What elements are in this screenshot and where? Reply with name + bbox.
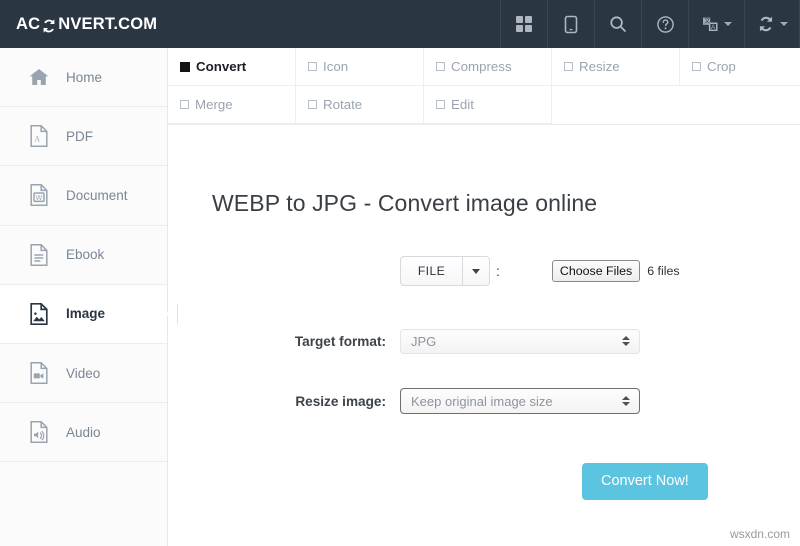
grid-icon[interactable] bbox=[500, 0, 547, 48]
pdf-file-icon: A bbox=[26, 123, 52, 149]
audio-file-icon bbox=[26, 419, 52, 445]
target-format-value: JPG bbox=[411, 333, 437, 349]
video-file-icon bbox=[26, 360, 52, 386]
tool-tabs-row-2: Merge Rotate Edit bbox=[168, 86, 800, 124]
tab-label: Compress bbox=[451, 59, 512, 74]
checkbox-icon bbox=[436, 62, 445, 71]
sidebar-item-label: Image bbox=[66, 306, 106, 322]
tab-label: Crop bbox=[707, 59, 736, 74]
search-icon[interactable] bbox=[594, 0, 641, 48]
source-field: FILE : Choose Files 6 files bbox=[400, 256, 800, 286]
tab-label: Merge bbox=[195, 97, 233, 112]
chevron-down-icon bbox=[724, 22, 732, 26]
tab-label: Rotate bbox=[323, 97, 363, 112]
target-format-label: Target format: bbox=[294, 333, 386, 349]
svg-text:A: A bbox=[711, 24, 716, 31]
sidebar-item-label: Document bbox=[66, 187, 128, 203]
ebook-file-icon bbox=[26, 242, 52, 268]
checkbox-icon bbox=[692, 62, 701, 71]
sidebar-item-label: Video bbox=[66, 365, 101, 381]
tab-label: Edit bbox=[451, 97, 474, 112]
sidebar-item-ebook[interactable]: Ebook bbox=[0, 226, 167, 285]
convert-form: FILE : Choose Files 6 files Target forma… bbox=[168, 255, 800, 500]
source-type-dropdown-toggle[interactable] bbox=[462, 256, 490, 286]
help-icon[interactable] bbox=[641, 0, 688, 48]
sidebar-item-image[interactable]: Image bbox=[0, 284, 177, 344]
site-logo[interactable]: AC NVERT.COM bbox=[0, 0, 173, 48]
sidebar: Home A PDF W Document Ebook Image Video … bbox=[0, 48, 177, 546]
source-type-button[interactable]: FILE bbox=[400, 256, 462, 286]
checkbox-icon bbox=[564, 62, 573, 71]
resize-value: Keep original image size bbox=[411, 393, 553, 409]
submit-row: Convert Now! bbox=[168, 463, 800, 500]
tool-tabs: Convert Icon Compress Resize Crop Merge … bbox=[168, 48, 800, 125]
file-count-label: 6 files bbox=[647, 264, 680, 278]
tab-rotate[interactable]: Rotate bbox=[296, 86, 424, 124]
chevron-down-icon bbox=[779, 22, 788, 26]
sidebar-item-video[interactable]: Video bbox=[0, 344, 167, 404]
tab-compress[interactable]: Compress bbox=[424, 48, 552, 86]
resize-row: Resize image: Keep original image size bbox=[168, 385, 800, 417]
word-file-icon: W bbox=[26, 182, 52, 208]
main-content: Convert Icon Compress Resize Crop Merge … bbox=[168, 48, 800, 546]
sidebar-item-label: Home bbox=[66, 69, 103, 85]
choose-files-button[interactable]: Choose Files bbox=[551, 260, 641, 282]
tool-tabs-row-1: Convert Icon Compress Resize Crop bbox=[168, 48, 800, 86]
source-row: FILE : Choose Files 6 files bbox=[168, 255, 800, 287]
convert-now-button[interactable]: Convert Now! bbox=[582, 463, 708, 500]
checkbox-icon bbox=[308, 100, 317, 109]
tab-merge[interactable]: Merge bbox=[168, 86, 296, 124]
tab-convert[interactable]: Convert bbox=[168, 48, 296, 86]
tab-edit[interactable]: Edit bbox=[424, 86, 552, 124]
sidebar-item-label: Ebook bbox=[66, 247, 105, 263]
tab-crop[interactable]: Crop bbox=[680, 48, 800, 86]
tab-resize[interactable]: Resize bbox=[552, 48, 680, 86]
page-title: WEBP to JPG - Convert image online bbox=[212, 190, 598, 216]
tab-label: Icon bbox=[323, 59, 349, 74]
sidebar-item-pdf[interactable]: A PDF bbox=[0, 107, 167, 167]
sidebar-item-label: Audio bbox=[66, 424, 101, 440]
caret-down-icon bbox=[472, 268, 480, 274]
checkbox-icon bbox=[180, 100, 189, 109]
source-type-button-group: FILE bbox=[400, 256, 490, 286]
tab-icon[interactable]: Icon bbox=[296, 48, 424, 86]
checkbox-icon bbox=[180, 61, 190, 72]
file-input[interactable]: Choose Files 6 files bbox=[551, 260, 680, 282]
resize-label: Resize image: bbox=[295, 393, 386, 409]
sidebar-item-audio[interactable]: Audio bbox=[0, 403, 167, 463]
home-icon bbox=[26, 64, 52, 90]
submit-spacer bbox=[168, 463, 582, 500]
tab-row-filler bbox=[552, 86, 800, 124]
target-format-row: Target format: JPG bbox=[168, 325, 800, 357]
language-icon[interactable]: A 文 bbox=[688, 0, 744, 48]
resize-field: Keep original image size bbox=[400, 388, 800, 414]
checkbox-icon bbox=[308, 62, 317, 71]
svg-text:文: 文 bbox=[704, 17, 710, 25]
mobile-icon[interactable] bbox=[547, 0, 594, 48]
svg-text:A: A bbox=[34, 135, 40, 144]
app-header: AC NVERT.COM A 文 bbox=[0, 0, 800, 48]
sidebar-item-document[interactable]: W Document bbox=[0, 166, 167, 226]
target-format-select[interactable]: JPG bbox=[400, 328, 640, 354]
logo-text-suffix: NVERT.COM bbox=[58, 14, 158, 33]
target-format-field: JPG bbox=[400, 328, 800, 354]
tab-label: Convert bbox=[196, 59, 247, 74]
image-file-icon bbox=[26, 301, 52, 327]
watermark: wsxdn.com bbox=[729, 527, 790, 541]
tab-label: Resize bbox=[579, 59, 620, 74]
select-arrows-icon bbox=[622, 336, 630, 346]
refresh-icon bbox=[41, 18, 57, 34]
source-colon: : bbox=[496, 263, 500, 279]
resize-select[interactable]: Keep original image size bbox=[400, 388, 640, 414]
svg-text:W: W bbox=[36, 195, 43, 202]
checkbox-icon bbox=[436, 100, 445, 109]
sidebar-item-home[interactable]: Home bbox=[0, 48, 167, 108]
select-arrows-icon bbox=[622, 396, 630, 406]
convert-refresh-icon[interactable] bbox=[744, 0, 800, 48]
active-pointer-icon bbox=[166, 302, 177, 325]
header-spacer bbox=[173, 0, 500, 48]
sidebar-item-label: PDF bbox=[66, 128, 93, 144]
logo-text-prefix: AC bbox=[16, 14, 41, 33]
